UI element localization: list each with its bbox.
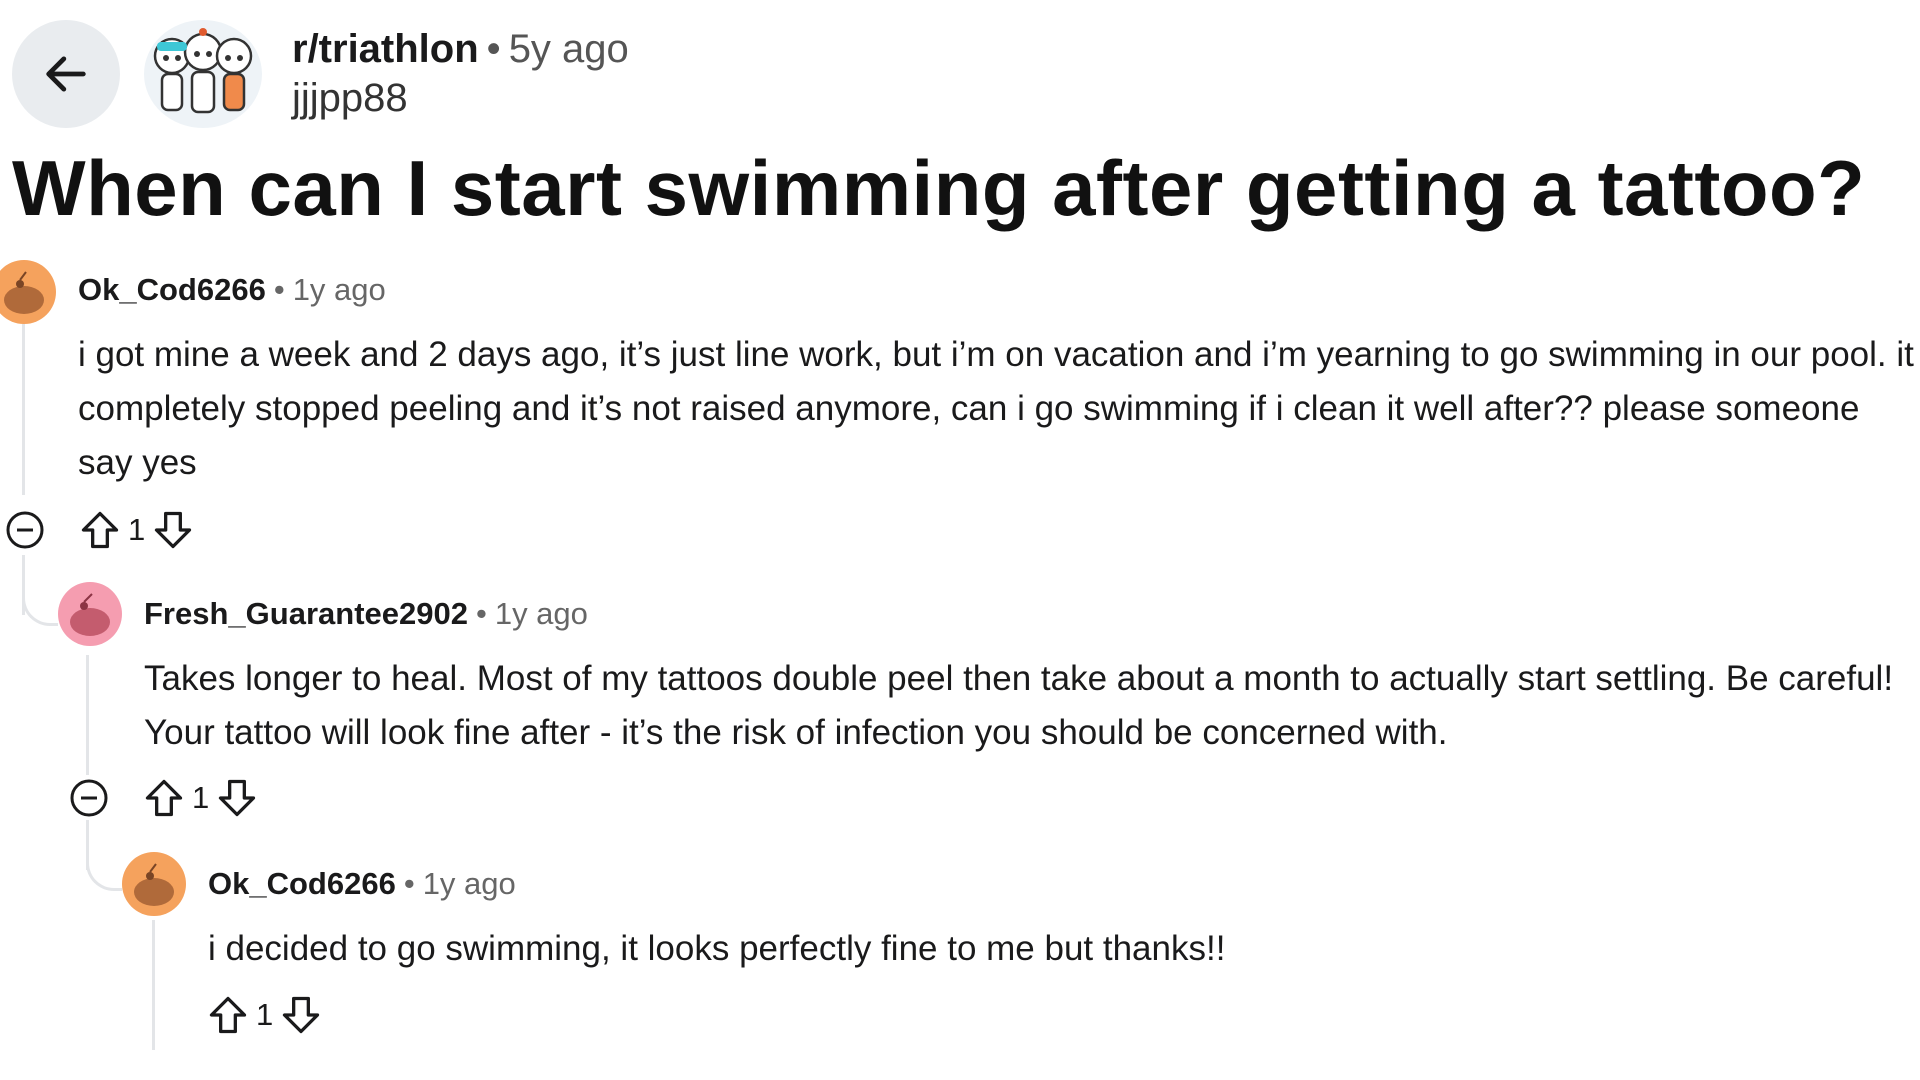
comment-header: Ok_Cod6266 • 1y ago xyxy=(208,866,516,902)
downvote-button[interactable] xyxy=(215,776,259,820)
separator-dot: • xyxy=(475,596,487,631)
comment-author[interactable]: Ok_Cod6266 xyxy=(78,272,266,307)
post-title: When can I start swimming after getting … xyxy=(12,144,1866,232)
thread-elbow xyxy=(22,590,58,626)
upvote-button[interactable] xyxy=(206,993,250,1037)
separator-dot: • xyxy=(486,27,501,71)
arrow-down-icon xyxy=(283,996,320,1034)
post-header: r/triathlon • 5y ago jjjpp88 xyxy=(12,20,912,130)
post-author[interactable]: jjjpp88 xyxy=(292,76,408,121)
comment-author[interactable]: Fresh_Guarantee2902 xyxy=(144,596,468,631)
vote-bar: 1 xyxy=(142,773,259,823)
avatar[interactable] xyxy=(58,582,122,646)
vote-bar: 1 xyxy=(206,990,323,1040)
comment-time: 1y ago xyxy=(494,596,588,631)
post-age: 5y ago xyxy=(508,27,629,71)
arrow-up-icon xyxy=(81,511,119,549)
comment-author[interactable]: Ok_Cod6266 xyxy=(208,866,396,901)
collapse-thread-button[interactable] xyxy=(69,778,109,818)
comment-body: i decided to go swimming, it looks perfe… xyxy=(208,929,1226,968)
arrow-down-icon xyxy=(219,779,256,817)
separator-dot: • xyxy=(273,272,285,307)
upvote-button[interactable] xyxy=(142,776,186,820)
arrow-up-icon xyxy=(145,779,183,817)
comment-header: Ok_Cod6266 • 1y ago xyxy=(78,272,386,308)
downvote-button[interactable] xyxy=(279,993,323,1037)
arrow-left-icon xyxy=(46,56,86,92)
post-meta: r/triathlon • 5y ago xyxy=(292,24,629,74)
vote-score: 1 xyxy=(192,780,210,815)
minus-circle-icon xyxy=(6,511,44,549)
subreddit-avatar[interactable] xyxy=(144,20,262,128)
back-button[interactable] xyxy=(12,20,120,128)
comment: Ok_Cod6266 • 1y ago i decided to go swimmi… xyxy=(122,852,1912,1052)
comment-time: 1y ago xyxy=(292,272,386,307)
minus-circle-icon xyxy=(70,779,108,817)
comment-header: Fresh_Guarantee2902 • 1y ago xyxy=(144,596,588,632)
comment-body: Takes longer to heal. Most of my tattoos… xyxy=(144,659,1894,752)
avatar[interactable] xyxy=(0,260,56,324)
comment: Ok_Cod6266 • 1y ago i got mine a week and … xyxy=(0,260,1920,560)
arrow-down-icon xyxy=(155,511,192,549)
subreddit-link[interactable]: r/triathlon xyxy=(292,27,479,71)
vote-score: 1 xyxy=(256,997,274,1032)
avatar[interactable] xyxy=(122,852,186,916)
vote-score: 1 xyxy=(128,512,146,547)
arrow-up-icon xyxy=(209,996,247,1034)
comment-body: i got mine a week and 2 days ago, it’s j… xyxy=(78,335,1914,482)
comment-time: 1y ago xyxy=(422,866,516,901)
thread-elbow xyxy=(86,855,122,891)
separator-dot: • xyxy=(403,866,415,901)
vote-bar: 1 xyxy=(78,505,195,555)
collapse-thread-button[interactable] xyxy=(5,510,45,550)
upvote-button[interactable] xyxy=(78,508,122,552)
downvote-button[interactable] xyxy=(151,508,195,552)
comment: Fresh_Guarantee2902 • 1y ago Takes longer … xyxy=(58,582,1918,782)
